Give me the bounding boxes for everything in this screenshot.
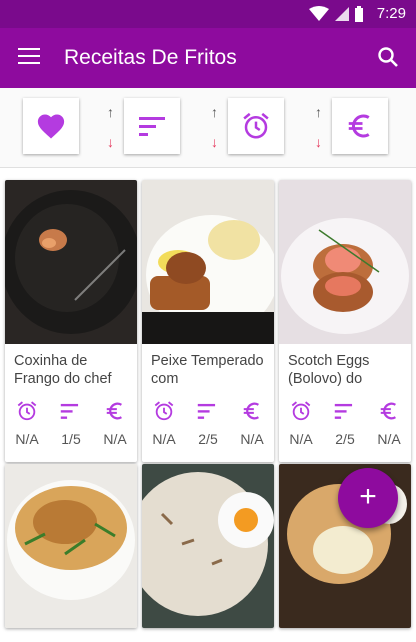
recipe-difficulty: 2/5 — [325, 400, 365, 447]
sort-icon — [334, 403, 353, 419]
recipe-photo — [142, 180, 274, 344]
recipe-card[interactable]: Peixe Temperado com N/A 2/5 N/A — [142, 180, 274, 462]
status-icons — [309, 6, 364, 24]
difficulty-value: 2/5 — [335, 431, 355, 447]
alarm-icon — [154, 401, 174, 421]
search-icon[interactable] — [376, 45, 400, 69]
recipe-time: N/A — [281, 400, 321, 447]
difficulty-sort-button[interactable] — [124, 98, 180, 154]
difficulty-value: 2/5 — [198, 431, 218, 447]
sort-asc-icon[interactable]: ↑ — [211, 104, 218, 120]
sort-icon — [60, 403, 79, 419]
recipe-name: Scotch Eggs (Bolovo) do — [288, 353, 370, 387]
recipe-time: N/A — [7, 400, 47, 447]
page-title: Receitas De Fritos — [64, 46, 237, 69]
recipe-meta: N/A 2/5 N/A — [142, 394, 274, 462]
cost-value: N/A — [103, 431, 127, 447]
alarm-icon — [17, 401, 37, 421]
recipe-meta: N/A 2/5 N/A — [279, 394, 411, 462]
recipe-name: Peixe Temperado com — [151, 353, 264, 387]
cost-value: N/A — [377, 431, 401, 447]
recipe-card[interactable]: Coxinha de Frango do chef N/A 1/5 N/A — [5, 180, 137, 462]
recipe-photo — [142, 464, 274, 628]
sort-desc-icon[interactable]: ↓ — [315, 134, 322, 150]
add-recipe-button[interactable]: + — [338, 468, 398, 528]
euro-icon — [106, 402, 122, 420]
recipe-grid: Coxinha de Frango do chef N/A 1/5 N/A Pe… — [0, 176, 416, 642]
recipe-meta: N/A 1/5 N/A — [5, 394, 137, 462]
recipe-card[interactable] — [142, 464, 274, 628]
heart-icon — [37, 114, 65, 139]
status-bar: 7:29 — [0, 0, 416, 28]
status-time: 7:29 — [376, 5, 406, 22]
time-value: N/A — [15, 431, 39, 447]
sort-icon — [197, 403, 216, 419]
filter-bar: ↑ ↓ ↑ ↓ ↑ ↓ — [0, 88, 416, 168]
time-sort-button[interactable] — [228, 98, 284, 154]
euro-icon — [243, 402, 259, 420]
sort-desc-icon[interactable]: ↓ — [211, 134, 218, 150]
alarm-icon — [243, 112, 269, 139]
sort-asc-icon[interactable]: ↑ — [107, 104, 114, 120]
euro-icon — [380, 402, 396, 420]
sort-asc-icon[interactable]: ↑ — [315, 104, 322, 120]
cost-sort-button[interactable] — [332, 98, 388, 154]
recipe-cost: N/A — [232, 400, 272, 447]
recipe-time: N/A — [144, 400, 184, 447]
difficulty-sort-arrows[interactable]: ↑ ↓ — [107, 104, 121, 152]
recipe-photo — [5, 180, 137, 344]
recipe-difficulty: 1/5 — [51, 400, 91, 447]
time-value: N/A — [152, 431, 176, 447]
cost-sort-arrows[interactable]: ↑ ↓ — [315, 104, 329, 152]
battery-icon — [355, 6, 363, 22]
sort-icon — [139, 117, 165, 136]
recipe-difficulty: 2/5 — [188, 400, 228, 447]
recipe-cost: N/A — [369, 400, 409, 447]
recipe-card[interactable]: Scotch Eggs (Bolovo) do N/A 2/5 N/A — [279, 180, 411, 462]
time-sort-arrows[interactable]: ↑ ↓ — [211, 104, 225, 152]
recipe-cost: N/A — [95, 400, 135, 447]
recipe-name: Coxinha de Frango do chef — [14, 353, 112, 387]
recipe-photo — [5, 464, 137, 628]
app-bar: Receitas De Fritos — [0, 28, 416, 88]
sort-desc-icon[interactable]: ↓ — [107, 134, 114, 150]
alarm-icon — [291, 401, 311, 421]
signal-icon — [334, 7, 349, 21]
cost-value: N/A — [240, 431, 264, 447]
favorites-filter-button[interactable] — [23, 98, 79, 154]
recipe-photo — [279, 180, 411, 344]
recipe-card[interactable] — [5, 464, 137, 628]
time-value: N/A — [289, 431, 313, 447]
euro-icon — [348, 114, 370, 138]
wifi-icon — [309, 6, 330, 21]
menu-icon[interactable] — [18, 48, 40, 66]
difficulty-value: 1/5 — [61, 431, 81, 447]
